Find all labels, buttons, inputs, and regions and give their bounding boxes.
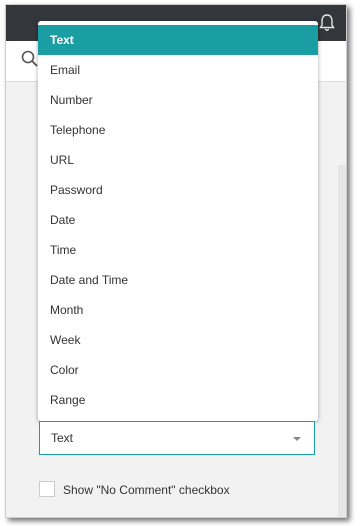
no-comment-option: Show "No Comment" checkbox bbox=[39, 481, 299, 501]
no-comment-checkbox[interactable] bbox=[39, 481, 55, 497]
app-window: Text Email Number Telephone URL Password… bbox=[5, 4, 347, 518]
menu-item-time[interactable]: Time bbox=[38, 235, 318, 265]
menu-item-range[interactable]: Range bbox=[38, 385, 318, 415]
menu-item-month[interactable]: Month bbox=[38, 295, 318, 325]
select-value: Text bbox=[51, 431, 74, 445]
menu-item-password[interactable]: Password bbox=[38, 175, 318, 205]
search-icon[interactable] bbox=[20, 49, 40, 69]
no-comment-label: Show "No Comment" checkbox bbox=[63, 483, 230, 497]
scrollbar-track[interactable] bbox=[338, 165, 346, 517]
menu-item-number[interactable]: Number bbox=[38, 85, 318, 115]
menu-item-text[interactable]: Text bbox=[38, 25, 318, 55]
menu-item-week[interactable]: Week bbox=[38, 325, 318, 355]
bell-icon[interactable] bbox=[318, 13, 336, 33]
menu-item-date[interactable]: Date bbox=[38, 205, 318, 235]
menu-item-date-and-time[interactable]: Date and Time bbox=[38, 265, 318, 295]
menu-item-telephone[interactable]: Telephone bbox=[38, 115, 318, 145]
menu-item-url[interactable]: URL bbox=[38, 145, 318, 175]
menu-item-email[interactable]: Email bbox=[38, 55, 318, 85]
chevron-down-icon bbox=[293, 437, 301, 441]
input-type-select[interactable]: Text bbox=[39, 421, 315, 455]
menu-item-color[interactable]: Color bbox=[38, 355, 318, 385]
input-type-dropdown-menu: Text Email Number Telephone URL Password… bbox=[38, 21, 318, 421]
